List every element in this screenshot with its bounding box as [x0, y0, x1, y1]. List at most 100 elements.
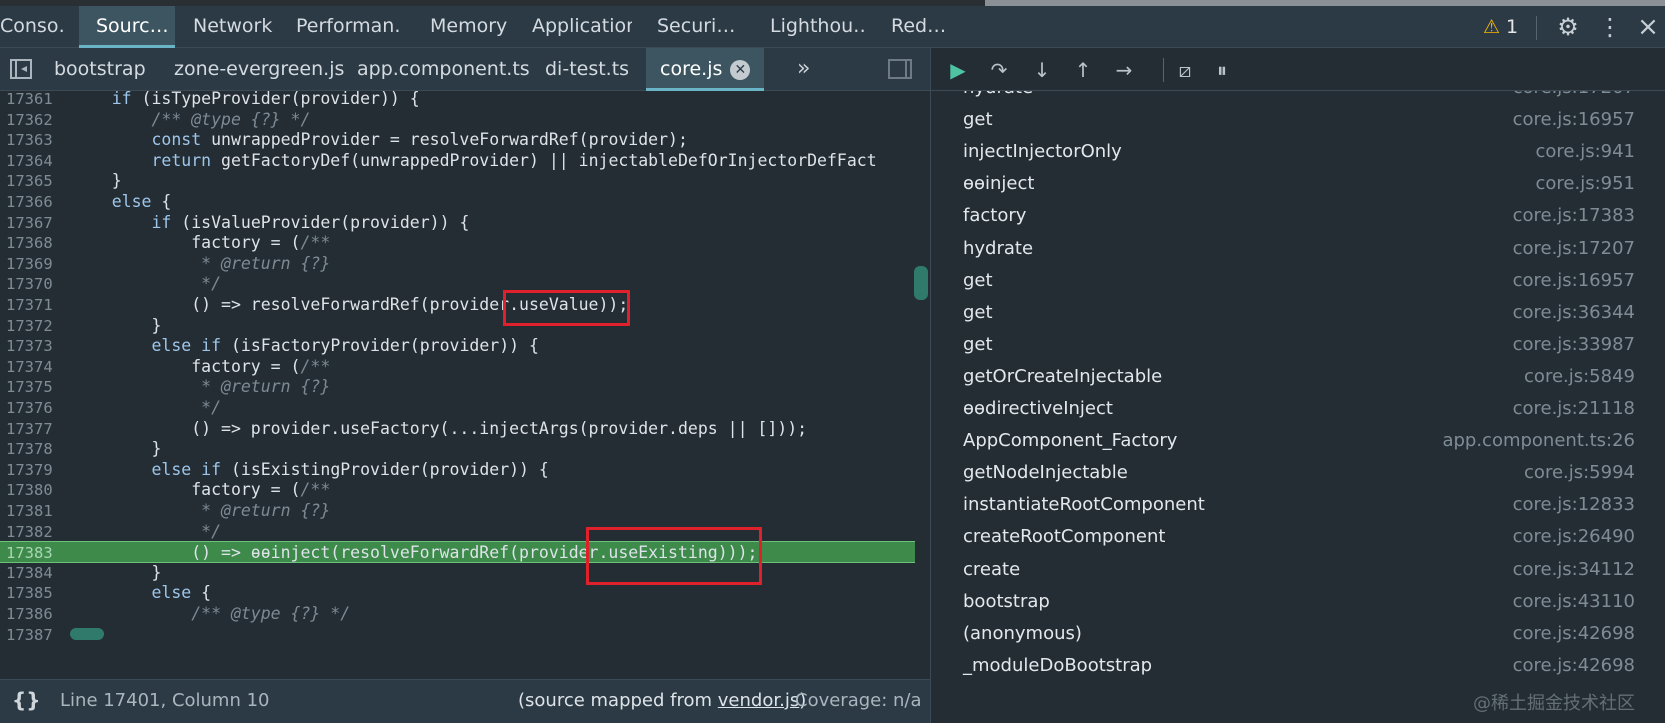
call-stack-frame[interactable]: ɵɵdirectiveInject core.js:21118: [931, 392, 1665, 426]
line-number[interactable]: 17370: [0, 273, 70, 295]
line-number[interactable]: 17375: [0, 376, 70, 398]
code-line[interactable]: 17374 factory = (/**: [0, 356, 915, 378]
call-stack-frame[interactable]: get core.js:16957: [931, 264, 1665, 298]
call-stack-frame[interactable]: get core.js:33987: [931, 328, 1665, 362]
code-line[interactable]: 17386 /** @type {?} */: [0, 603, 915, 625]
call-stack-frame[interactable]: createRootComponent core.js:26490: [931, 520, 1665, 554]
code-line[interactable]: 17373 else if (isFactoryProvider(provide…: [0, 335, 915, 357]
code-line[interactable]: 17378 }: [0, 438, 915, 460]
code-line[interactable]: 17364 return getFactoryDef(unwrappedProv…: [0, 150, 915, 172]
frame-location-link[interactable]: core.js:21118: [1513, 392, 1635, 426]
call-stack-frame[interactable]: bootstrap core.js:43110: [931, 585, 1665, 619]
line-number[interactable]: 17385: [0, 582, 70, 604]
code-line[interactable]: 17380 factory = (/**: [0, 479, 915, 501]
tab-lighthouse[interactable]: Lighthou…: [770, 6, 866, 48]
line-number[interactable]: 17379: [0, 459, 70, 481]
horizontal-scrollbar-thumb[interactable]: [70, 628, 104, 640]
line-number[interactable]: 17386: [0, 603, 70, 625]
step-out-icon[interactable]: ↑: [1069, 56, 1097, 84]
frame-location-link[interactable]: core.js:42698: [1513, 617, 1635, 651]
line-number[interactable]: 17369: [0, 253, 70, 275]
line-number[interactable]: 17374: [0, 356, 70, 378]
call-stack-frame[interactable]: ɵɵinject core.js:951: [931, 167, 1665, 201]
code-line[interactable]: 17387: [0, 624, 915, 646]
code-line[interactable]: 17385 else {: [0, 582, 915, 604]
frame-location-link[interactable]: core.js:43110: [1513, 585, 1635, 619]
line-number[interactable]: 17384: [0, 562, 70, 584]
code-line[interactable]: 17375 * @return {?}: [0, 376, 915, 398]
frame-location-link[interactable]: core.js:33987: [1513, 328, 1635, 362]
call-stack-frame[interactable]: AppComponent_Factory app.component.ts:26: [931, 424, 1665, 458]
frame-location-link[interactable]: core.js:16957: [1513, 103, 1635, 137]
call-stack-frame[interactable]: hydrate core.js:17207: [931, 91, 1665, 105]
line-number[interactable]: 17367: [0, 212, 70, 234]
code-editor[interactable]: 17361 if (isTypeProvider(provider)) {173…: [0, 91, 930, 679]
frame-location-link[interactable]: core.js:5994: [1524, 456, 1635, 490]
tab-application[interactable]: Application: [532, 6, 632, 48]
call-stack-frame[interactable]: create core.js:34112: [931, 553, 1665, 587]
frame-location-link[interactable]: core.js:17207: [1513, 91, 1635, 105]
code-line[interactable]: 17381 * @return {?}: [0, 500, 915, 522]
scrollbar-marker[interactable]: [914, 266, 928, 300]
pretty-print-icon[interactable]: {}: [12, 688, 40, 712]
tab-console[interactable]: Conso…: [0, 6, 66, 48]
frame-location-link[interactable]: core.js:17383: [1513, 199, 1635, 233]
frame-location-link[interactable]: core.js:26490: [1513, 520, 1635, 554]
line-number[interactable]: 17372: [0, 315, 70, 337]
frame-location-link[interactable]: core.js:34112: [1513, 553, 1635, 587]
line-number[interactable]: 17382: [0, 521, 70, 543]
line-number[interactable]: 17365: [0, 170, 70, 192]
file-tab-zone-evergreen[interactable]: zone-evergreen.js: [174, 48, 344, 91]
call-stack-frame[interactable]: getOrCreateInjectable core.js:5849: [931, 360, 1665, 394]
code-line[interactable]: 17362 /** @type {?} */: [0, 109, 915, 131]
frame-location-link[interactable]: core.js:16957: [1513, 264, 1635, 298]
more-tabs-icon[interactable]: »: [797, 48, 810, 91]
line-number[interactable]: 17371: [0, 294, 70, 316]
debugger-toggle-icon[interactable]: [888, 59, 912, 79]
line-number[interactable]: 17377: [0, 418, 70, 440]
call-stack-frame[interactable]: hydrate core.js:17207: [931, 232, 1665, 266]
code-line[interactable]: 17372 }: [0, 315, 915, 337]
line-number[interactable]: 17380: [0, 479, 70, 501]
line-number[interactable]: 17362: [0, 109, 70, 131]
code-line[interactable]: 17366 else {: [0, 191, 915, 213]
frame-location-link[interactable]: core.js:951: [1535, 167, 1635, 201]
line-number[interactable]: 17378: [0, 438, 70, 460]
frame-location-link[interactable]: core.js:5849: [1524, 360, 1635, 394]
code-line[interactable]: 17370 */: [0, 273, 915, 295]
code-line[interactable]: 17377 () => provider.useFactory(...injec…: [0, 418, 915, 440]
file-tab-bootstrap[interactable]: bootstrap: [54, 48, 146, 91]
code-line[interactable]: 17369 * @return {?}: [0, 253, 915, 275]
call-stack-frame[interactable]: injectInjectorOnly core.js:941: [931, 135, 1665, 169]
code-line[interactable]: 17368 factory = (/**: [0, 232, 915, 254]
call-stack-frame[interactable]: factory core.js:17383: [931, 199, 1665, 233]
tab-sources[interactable]: Sourc…: [79, 6, 175, 48]
line-number[interactable]: 17366: [0, 191, 70, 213]
warnings-counter[interactable]: ⚠ 1: [1483, 6, 1518, 48]
call-stack-frame[interactable]: getNodeInjectable core.js:5994: [931, 456, 1665, 490]
line-number[interactable]: 17361: [0, 91, 70, 110]
frame-location-link[interactable]: core.js:941: [1535, 135, 1635, 169]
line-number[interactable]: 17363: [0, 129, 70, 151]
step-over-icon[interactable]: ↷: [985, 56, 1013, 84]
gear-icon[interactable]: ⚙: [1553, 12, 1583, 42]
source-map-link[interactable]: vendor.js: [718, 690, 799, 711]
code-line[interactable]: 17365 }: [0, 170, 915, 192]
line-number[interactable]: 17364: [0, 150, 70, 172]
more-options-icon[interactable]: ⋮: [1598, 12, 1622, 42]
call-stack-frame[interactable]: get core.js:16957: [931, 103, 1665, 137]
current-execution-line[interactable]: 17383 () => ɵɵinject(resolveForwardRef(p…: [0, 541, 915, 564]
line-number[interactable]: 17381: [0, 500, 70, 522]
code-line[interactable]: 17363 const unwrappedProvider = resolveF…: [0, 129, 915, 151]
navigator-toggle-icon[interactable]: [10, 59, 32, 79]
frame-location-link[interactable]: core.js:12833: [1513, 488, 1635, 522]
step-into-icon[interactable]: ↓: [1028, 56, 1056, 84]
code-line[interactable]: 17382 */: [0, 521, 915, 543]
code-line[interactable]: 17361 if (isTypeProvider(provider)) {: [0, 91, 915, 110]
code-line[interactable]: 17371 () => resolveForwardRef(provider.u…: [0, 294, 915, 316]
call-stack-frame[interactable]: (anonymous) core.js:42698: [931, 617, 1665, 651]
file-tab-di-test[interactable]: di-test.ts: [545, 48, 629, 91]
step-icon[interactable]: →: [1110, 56, 1138, 84]
tab-redux[interactable]: Red…: [891, 6, 951, 48]
line-number[interactable]: 17376: [0, 397, 70, 419]
